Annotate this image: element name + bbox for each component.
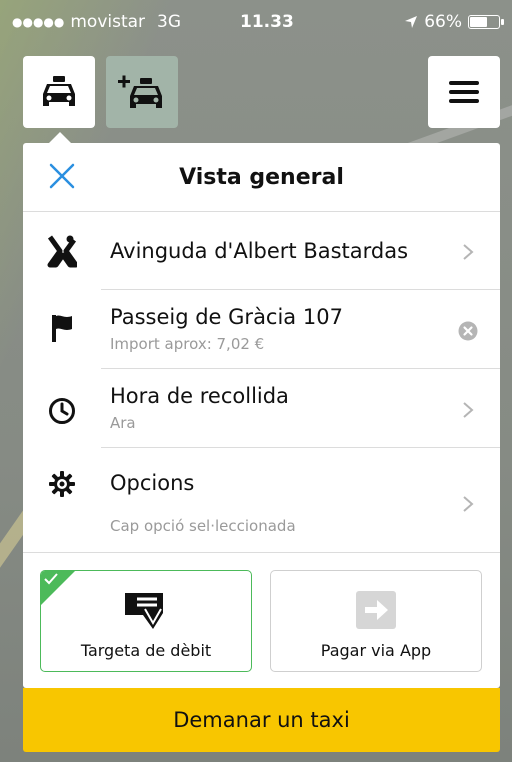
signal-strength-icon: ●●●●●: [12, 15, 65, 29]
card-icon: [125, 593, 163, 629]
payment-option-debit-card[interactable]: Targeta de dèbit: [40, 570, 252, 672]
gear-icon: [47, 467, 77, 501]
payment-option-label: Pagar via App: [320, 641, 432, 660]
destination-address-row[interactable]: Passeig de Gràcia 107 Import aprox: 7,02…: [23, 291, 500, 369]
row-divider: [23, 552, 500, 553]
network-type: 3G: [157, 12, 182, 32]
battery-icon: [468, 15, 504, 29]
carrier-name: movistar: [70, 12, 146, 32]
request-taxi-button[interactable]: Demanar un taxi: [23, 688, 500, 752]
add-taxi-button[interactable]: [106, 56, 178, 128]
pickup-address-row[interactable]: Avinguda d'Albert Bastardas: [23, 212, 500, 290]
chevron-right-icon: [463, 496, 474, 512]
pickup-address-label: Avinguda d'Albert Bastardas: [110, 239, 409, 263]
payment-option-label: Targeta de dèbit: [80, 641, 212, 660]
status-time: 11.33: [240, 12, 294, 32]
pickup-time-label: Hora de recollida: [110, 384, 289, 408]
fare-estimate: Import aprox: 7,02 €: [110, 335, 265, 353]
pickup-time-row[interactable]: Hora de recollida Ara: [23, 370, 500, 448]
clock-icon: [47, 394, 77, 428]
row-divider: [101, 447, 500, 448]
panel-header: Vista general: [23, 143, 500, 212]
pickup-marker-icon: [47, 234, 77, 268]
hamburger-menu-icon: [449, 81, 479, 103]
options-row[interactable]: Opcions Cap opció sel·leccionada: [23, 449, 500, 553]
options-label: Opcions: [110, 471, 195, 495]
options-value: Cap opció sel·leccionada: [110, 517, 296, 535]
pickup-time-value: Ara: [110, 414, 136, 432]
add-taxi-icon: [118, 75, 162, 108]
row-divider: [101, 289, 500, 290]
app-pay-icon: [356, 591, 396, 629]
carrier-info: ●●●●● movistar 3G: [12, 12, 181, 32]
chevron-right-icon: [463, 244, 474, 260]
status-bar: ●●●●● movistar 3G 11.33 66%: [0, 0, 512, 40]
row-divider: [101, 368, 500, 369]
taxi-icon: [43, 76, 75, 106]
menu-button[interactable]: [428, 56, 500, 128]
panel-title: Vista general: [179, 165, 344, 190]
overview-panel: Vista general Avinguda d'Albert Bastarda…: [23, 143, 500, 688]
clear-icon[interactable]: [458, 321, 478, 341]
battery-percent: 66%: [424, 12, 462, 32]
status-right: 66%: [404, 12, 504, 32]
flag-icon: [47, 311, 77, 345]
payment-option-app[interactable]: Pagar via App: [270, 570, 482, 672]
check-icon: [44, 573, 58, 585]
chevron-right-icon: [463, 402, 474, 418]
destination-address-label: Passeig de Gràcia 107: [110, 305, 343, 329]
taxi-mode-button[interactable]: [23, 56, 95, 128]
location-arrow-icon: [405, 16, 418, 28]
